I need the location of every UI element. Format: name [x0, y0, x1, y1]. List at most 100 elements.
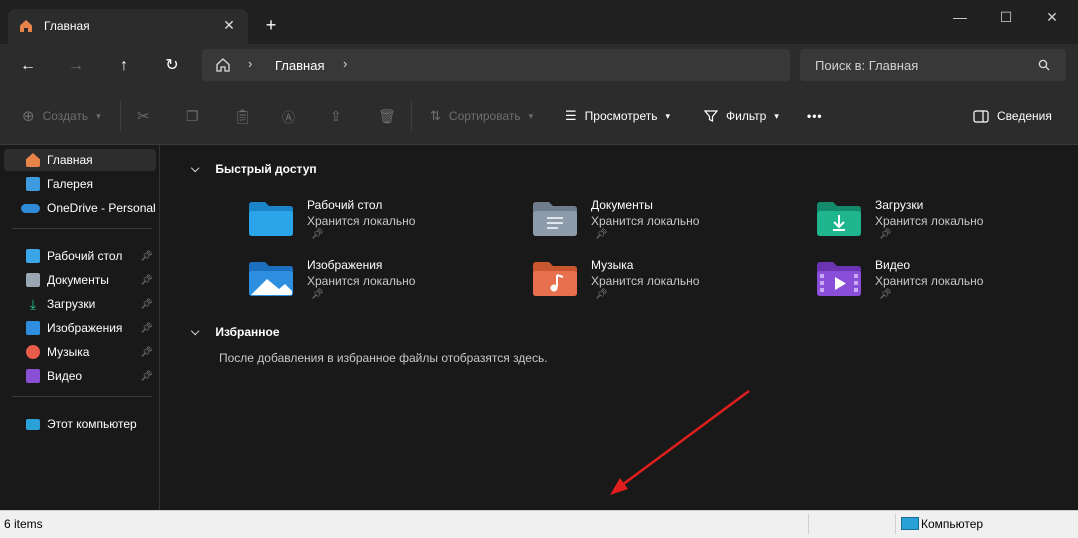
create-button[interactable]: ⊕ Создать ▾ — [22, 104, 101, 128]
item-name: Загрузки — [875, 198, 924, 212]
sort-icon: ⇅ — [430, 108, 441, 123]
quick-access-item-downloads[interactable]: Загрузки Хранится локально 📌︎ — [817, 198, 1067, 244]
item-status: Хранится локально — [875, 274, 984, 288]
view-label: Просмотреть — [584, 109, 658, 123]
chevron-down-icon: ▾ — [96, 110, 101, 121]
computer-icon — [901, 517, 919, 530]
sidebar-item-label: Видео — [47, 369, 83, 383]
item-status: Хранится локально — [875, 214, 984, 228]
rename-icon[interactable]: Ⓐ — [282, 104, 295, 128]
gallery-icon — [26, 177, 40, 191]
sidebar-item-label: Этот компьютер — [47, 417, 137, 431]
favorites-header[interactable]: ⌵ Избранное — [191, 325, 280, 339]
chevron-right-icon[interactable]: › — [343, 56, 347, 71]
video-icon — [26, 369, 40, 383]
separator — [411, 100, 412, 132]
status-location: Компьютер — [921, 517, 984, 531]
view-list-icon: ☰ — [565, 108, 577, 123]
pin-icon[interactable]: 📌︎ — [140, 347, 153, 358]
item-count: 6 items — [4, 517, 43, 531]
computer-icon — [26, 418, 40, 430]
home-icon — [26, 153, 40, 167]
back-arrow-icon[interactable]: ← — [17, 55, 39, 77]
quick-access-item-music[interactable]: Музыка Хранится локально 📌︎ — [533, 258, 783, 304]
create-label: Создать — [42, 109, 89, 123]
filter-label: Фильтр — [726, 109, 767, 123]
item-status: Хранится локально — [307, 274, 416, 288]
copy-icon[interactable]: ❐ — [186, 104, 199, 128]
breadcrumb[interactable]: Главная — [275, 58, 324, 73]
address-row: ← → ↑ ↻ › Главная › Поиск в: Главная — [0, 44, 1078, 88]
view-button[interactable]: ☰ Просмотреть ▾ — [565, 104, 670, 128]
sidebar-divider — [12, 228, 152, 229]
sidebar-item-gallery[interactable]: Галерея — [4, 173, 156, 195]
sidebar-item-video[interactable]: Видео 📌︎ — [4, 365, 156, 387]
cut-icon[interactable]: ✂ — [137, 104, 150, 128]
downloads-folder-icon — [817, 202, 861, 236]
refresh-icon[interactable]: ↻ — [161, 55, 183, 77]
share-icon[interactable]: ⇪ — [330, 104, 342, 128]
sidebar-item-label: Музыка — [47, 345, 90, 359]
paste-icon[interactable]: 📋︎ — [234, 104, 252, 128]
sort-label: Сортировать — [448, 109, 521, 123]
sidebar-item-downloads[interactable]: ⤓ Загрузки 📌︎ — [4, 293, 156, 315]
tab-home[interactable]: Главная ✕ — [8, 9, 248, 44]
sort-button[interactable]: ⇅ Сортировать ▾ — [430, 104, 533, 128]
quick-access-item-desktop[interactable]: Рабочий стол Хранится локально 📌︎ — [249, 198, 499, 244]
status-divider — [808, 514, 809, 534]
sidebar-divider — [12, 396, 152, 397]
chevron-right-icon[interactable]: › — [248, 56, 252, 71]
favorites-empty-text: После добавления в избранное файлы отобр… — [219, 351, 548, 365]
window-close-icon[interactable]: ✕ — [1041, 6, 1063, 28]
sidebar-item-label: OneDrive - Personal — [47, 201, 156, 215]
search-icon[interactable] — [1038, 59, 1050, 71]
item-name: Изображения — [307, 258, 383, 272]
home-outline-icon[interactable] — [215, 57, 231, 73]
sidebar-item-desktop[interactable]: Рабочий стол 📌︎ — [4, 245, 156, 267]
search-input[interactable]: Поиск в: Главная — [800, 49, 1066, 81]
separator — [120, 100, 121, 132]
pin-icon: 📌︎ — [595, 289, 608, 300]
content-area: ⌵ Быстрый доступ Рабочий стол Хранится л… — [160, 145, 1078, 510]
delete-icon[interactable]: 🗑︎ — [378, 104, 396, 128]
plus-icon[interactable]: + — [260, 14, 282, 36]
pin-icon[interactable]: 📌︎ — [140, 299, 153, 310]
quick-access-item-pictures[interactable]: Изображения Хранится локально 📌︎ — [249, 258, 499, 304]
sidebar-item-documents[interactable]: Документы 📌︎ — [4, 269, 156, 291]
sidebar-item-home[interactable]: Главная — [4, 149, 156, 171]
quick-access-header[interactable]: ⌵ Быстрый доступ — [191, 162, 317, 176]
chevron-down-icon[interactable]: ⌵ — [191, 163, 199, 176]
chevron-down-icon: ▾ — [774, 110, 779, 121]
sidebar-item-music[interactable]: Музыка 📌︎ — [4, 341, 156, 363]
sidebar-item-pictures[interactable]: Изображения 📌︎ — [4, 317, 156, 339]
address-bar[interactable]: › Главная › — [202, 49, 790, 81]
details-button[interactable]: Сведения — [973, 104, 1052, 128]
sidebar-item-this-pc[interactable]: Этот компьютер — [4, 413, 156, 435]
item-status: Хранится локально — [307, 214, 416, 228]
minimize-icon[interactable]: — — [949, 6, 971, 28]
quick-access-item-video[interactable]: Видео Хранится локально 📌︎ — [817, 258, 1067, 304]
sidebar-item-onedrive[interactable]: OneDrive - Personal — [4, 197, 156, 219]
details-pane-icon — [973, 109, 989, 123]
close-icon[interactable]: ✕ — [220, 16, 238, 34]
filter-button[interactable]: Фильтр ▾ — [704, 104, 779, 128]
item-status: Хранится локально — [591, 214, 700, 228]
chevron-down-icon[interactable]: ⌵ — [191, 326, 199, 339]
up-arrow-icon[interactable]: ↑ — [113, 55, 135, 77]
music-folder-icon — [533, 262, 577, 296]
pin-icon[interactable]: 📌︎ — [140, 371, 153, 382]
onedrive-icon — [21, 203, 40, 213]
status-bar: 6 items Компьютер — [0, 510, 1078, 538]
sidebar-item-label: Галерея — [47, 177, 94, 191]
item-name: Видео — [875, 258, 911, 272]
maximize-icon[interactable]: ☐ — [995, 6, 1017, 28]
forward-arrow-icon[interactable]: → — [65, 55, 87, 77]
quick-access-item-documents[interactable]: Документы Хранится локально 📌︎ — [533, 198, 783, 244]
sidebar-item-label: Изображения — [47, 321, 123, 335]
sidebar-item-label: Документы — [47, 273, 109, 287]
more-options-button[interactable]: ••• — [807, 104, 823, 128]
video-folder-icon — [817, 262, 861, 296]
pin-icon[interactable]: 📌︎ — [140, 275, 153, 286]
pin-icon[interactable]: 📌︎ — [140, 251, 153, 262]
pin-icon[interactable]: 📌︎ — [140, 323, 153, 334]
